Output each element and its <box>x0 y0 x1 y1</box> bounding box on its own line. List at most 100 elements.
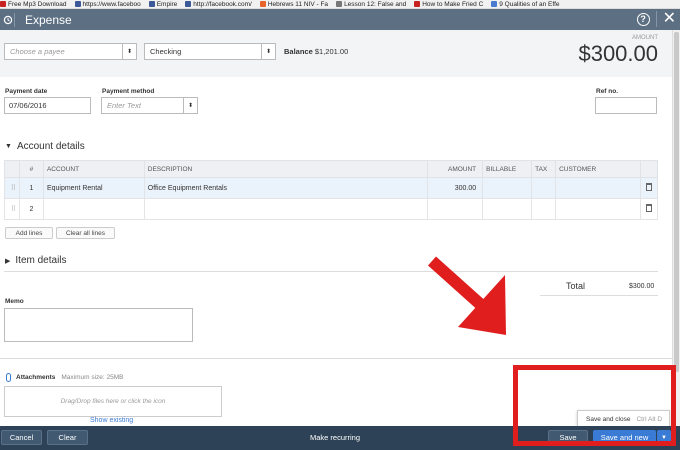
help-icon[interactable]: ? <box>636 12 650 26</box>
item-details-toggle[interactable]: ▶ Item details <box>5 255 67 266</box>
bookmark[interactable]: Lesson 12: False and <box>336 1 406 8</box>
payment-date-input[interactable]: 07/06/2016 <box>4 97 91 114</box>
balance-value: $1,201.00 <box>314 47 349 56</box>
row-number: 2 <box>18 198 44 220</box>
tax-cell[interactable] <box>531 177 557 199</box>
attachments-label: Attachments <box>16 374 56 381</box>
page-title: Expense <box>25 12 72 27</box>
amount-cell[interactable]: 300.00 <box>427 177 484 199</box>
bookmark[interactable]: Free Mp3 Download <box>0 1 67 8</box>
divider <box>655 11 657 27</box>
make-recurring-button[interactable]: Make recurring <box>300 430 370 445</box>
total-value: $300.00 <box>629 283 655 290</box>
column-header: TAX <box>531 160 557 178</box>
section-title: Account details <box>16 141 85 152</box>
column-header: DESCRIPTION <box>143 160 429 178</box>
clear-button[interactable]: Clear <box>47 430 88 445</box>
bookmark-icon <box>336 1 343 7</box>
divider <box>0 358 672 359</box>
bookmark-icon <box>0 1 6 7</box>
account-cell[interactable] <box>42 198 145 220</box>
bookmark[interactable]: https://www.faceboo <box>74 1 141 8</box>
collapse-icon: ▼ <box>5 143 12 150</box>
bookmark[interactable]: http://facebook.com/ <box>185 1 252 8</box>
bookmark[interactable]: How to Make Fried C <box>414 1 483 8</box>
drag-handle-icon[interactable]: ⠿ <box>4 177 20 199</box>
memo-field[interactable] <box>4 308 193 342</box>
amount-total: $300.00 <box>578 41 658 66</box>
column-header: CUSTOMER <box>555 160 641 178</box>
bookmark-icon <box>491 1 498 7</box>
payee-band: Choose a payee ⬍ Checking ⬍ Balance $1,2… <box>0 30 672 77</box>
total-label: Total <box>566 281 586 291</box>
customer-cell[interactable] <box>555 198 641 220</box>
header-grip <box>4 160 20 178</box>
column-header: ACCOUNT <box>42 160 145 178</box>
balance-label: Balance <box>284 47 313 56</box>
table-row[interactable]: ⠿ 2 <box>4 198 659 220</box>
max-size-hint: Maximum size: 25MB <box>61 374 124 381</box>
section-title: Item details <box>15 255 67 266</box>
account-table: # ACCOUNT DESCRIPTION AMOUNT BILLABLE TA… <box>4 160 659 220</box>
customer-cell[interactable] <box>555 177 641 199</box>
table-header: # ACCOUNT DESCRIPTION AMOUNT BILLABLE TA… <box>4 160 659 178</box>
table-row[interactable]: ⠿ 1 Equipment Rental Office Equipment Re… <box>4 177 659 199</box>
account-details-toggle[interactable]: ▼ Account details <box>5 141 85 152</box>
payee-select[interactable]: Choose a payee ⬍ <box>4 43 137 60</box>
header-trash <box>639 160 659 178</box>
bookmarks-bar: Free Mp3 Download https://www.faceboo Em… <box>0 0 680 9</box>
billable-cell[interactable] <box>482 177 533 199</box>
bookmark[interactable]: 9 Qualities of an Effe <box>491 1 560 8</box>
bookmark[interactable]: Hebrews 11 NIV - Fa <box>259 1 328 8</box>
column-header: # <box>18 160 44 178</box>
payment-date-label: Payment date <box>5 88 48 95</box>
column-header: BILLABLE <box>482 160 533 178</box>
description-cell[interactable] <box>143 198 429 220</box>
amount-cell[interactable] <box>427 198 484 220</box>
row-number: 1 <box>18 177 44 199</box>
close-icon[interactable]: ✕ <box>663 11 676 27</box>
trash-icon <box>645 183 652 191</box>
facebook-icon <box>185 1 192 7</box>
delete-row-button[interactable] <box>639 177 659 199</box>
cancel-button[interactable]: Cancel <box>1 430 42 445</box>
payment-date-value: 07/06/2016 <box>9 101 47 110</box>
bookmark[interactable]: Empire <box>148 1 177 8</box>
account-value: Checking <box>150 47 182 56</box>
payment-method-label: Payment method <box>102 88 155 95</box>
clear-lines-button[interactable]: Clear all lines <box>56 227 115 239</box>
account-select[interactable]: Checking ⬍ <box>144 43 276 60</box>
trash-icon <box>645 204 652 212</box>
billable-cell[interactable] <box>482 198 533 220</box>
facebook-icon <box>148 1 155 7</box>
scrollbar-thumb[interactable] <box>674 32 679 372</box>
expand-icon: ▶ <box>5 257 11 265</box>
history-button[interactable] <box>1 12 15 27</box>
file-drop-zone[interactable]: Drag/Drop files here or click the icon <box>4 386 222 417</box>
attachments-row: Attachments Maximum size: 25MB <box>6 373 124 382</box>
ref-input[interactable] <box>595 97 657 114</box>
description-cell[interactable]: Office Equipment Rentals <box>143 177 429 199</box>
add-lines-button[interactable]: Add lines <box>5 227 53 239</box>
updown-icon: ⬍ <box>183 98 197 113</box>
payment-method-select[interactable]: Enter Text ⬍ <box>101 97 198 114</box>
expense-header: Expense ? ✕ <box>0 9 680 30</box>
divider <box>4 271 658 272</box>
balance: Balance $1,201.00 <box>284 47 348 56</box>
annotation-arrow-icon <box>427 256 506 335</box>
account-cell[interactable]: Equipment Rental <box>42 177 145 199</box>
paperclip-icon[interactable] <box>6 373 11 382</box>
show-existing-link[interactable]: Show existing <box>90 417 133 424</box>
updown-icon: ⬍ <box>122 44 136 59</box>
tax-cell[interactable] <box>531 198 557 220</box>
updown-icon: ⬍ <box>261 44 275 59</box>
column-header: AMOUNT <box>427 160 484 178</box>
divider <box>540 295 658 296</box>
facebook-icon <box>74 1 81 7</box>
delete-row-button[interactable] <box>639 198 659 220</box>
payment-method-placeholder: Enter Text <box>107 101 141 110</box>
payee-placeholder: Choose a payee <box>10 47 65 56</box>
drag-handle-icon[interactable]: ⠿ <box>4 198 20 220</box>
bookmark-icon <box>259 1 266 7</box>
ref-label: Ref no. <box>596 88 619 95</box>
